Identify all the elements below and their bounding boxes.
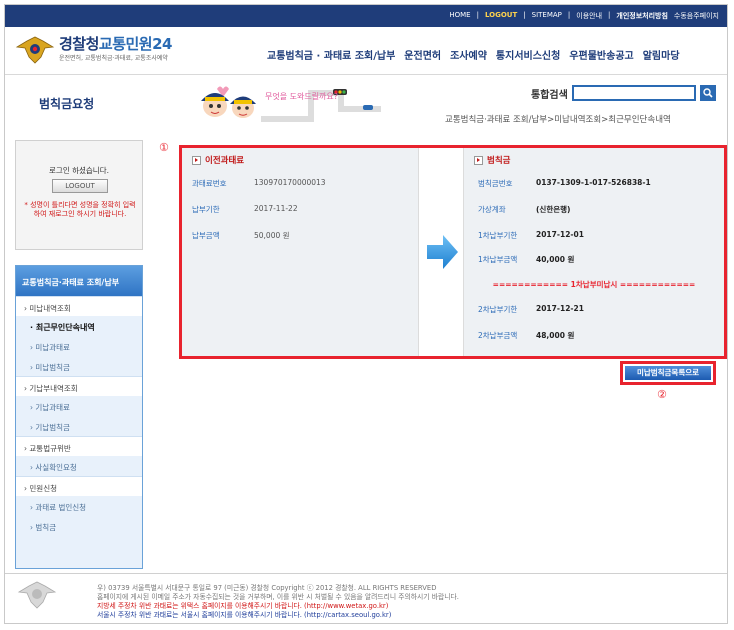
side-nav-item-recent-enforcement[interactable]: · 최근무인단속내역 xyxy=(16,316,142,336)
marker-one: ① xyxy=(159,141,169,154)
fine-number-value: 0137-1309-1-017-526838-1 xyxy=(536,178,651,187)
penalty-number-label: 과태료번호 xyxy=(192,179,227,188)
first-amount-label: 1차납부금액 xyxy=(478,255,518,264)
penalty-amount-value: 50,000 원 xyxy=(254,231,290,240)
gnb-notification[interactable]: 통지서비스신청 xyxy=(496,47,560,62)
virtual-account-label: 가상계좌 xyxy=(478,205,506,214)
side-nav-item-fact-check[interactable]: › 사실확인요청 xyxy=(16,456,142,476)
previous-penalty-panel: 이전과태료 과태료번호 130970170000013 납부기한 2017-11… xyxy=(182,148,418,356)
fine-title: 범칙금 xyxy=(474,154,510,166)
unpaid-fine-list-button[interactable]: 미납범칙금목록으로 xyxy=(625,366,711,380)
fine-number-row: 범칙금번호 0137-1309-1-017-526838-1 xyxy=(478,178,718,190)
footer-seoul-notice[interactable]: 서울시 주정차 위반 과태료는 서울시 홈페이지를 이용해주시기 바랍니다. (… xyxy=(97,609,391,619)
site-logo[interactable]: 경찰청교통민원24 운전면허, 교통범칙금·과태료, 교통조사예약 xyxy=(15,35,172,65)
marker-two: ② xyxy=(657,388,667,401)
second-due-label: 2차납부기한 xyxy=(478,305,518,314)
search-input[interactable] xyxy=(571,85,696,101)
unpaid-fine-list-button-highlight: 미납범칙금목록으로 xyxy=(620,361,716,385)
side-nav-title: 교통범칙금·과태료 조회/납부 xyxy=(16,266,142,296)
gnb-returned-mail[interactable]: 우편물반송공고 xyxy=(569,47,633,62)
fine-number-label: 범칙금번호 xyxy=(478,179,513,188)
side-nav-item-petition[interactable]: › 민원신청 xyxy=(16,476,142,496)
second-due-value: 2017-12-21 xyxy=(536,304,584,313)
top-link-home[interactable]: HOME xyxy=(449,11,470,21)
first-due-row: 1차납부기한 2017-12-01 xyxy=(478,230,718,242)
police-emblem-icon xyxy=(17,581,57,609)
second-due-row: 2차납부기한 2017-12-21 xyxy=(478,304,718,316)
first-due-label: 1차납부기한 xyxy=(478,231,518,240)
side-nav: 교통범칙금·과태료 조회/납부 › 미납내역조회 · 최근무인단속내역 › 미납… xyxy=(15,265,143,569)
top-link-guide[interactable]: 이용안내 xyxy=(576,11,602,21)
side-nav-item-violation[interactable]: › 교통법규위반 xyxy=(16,436,142,456)
search-label: 통합검색 xyxy=(531,89,568,101)
penalty-due-row: 납부기한 2017-11-22 xyxy=(192,204,412,216)
page-title: 범칙금요청 xyxy=(39,97,95,111)
mascot-bubble-text: 무엇을 도와드릴까요? xyxy=(265,91,338,101)
first-amount-value: 40,000 원 xyxy=(536,255,575,264)
sub-header: 범칙금요청 무엇을 도와드릴까요? 통합검색 교통범칙금·과태료 조회/납부>미… xyxy=(5,75,727,130)
penalty-due-label: 납부기한 xyxy=(192,205,220,214)
conversion-arrow-area xyxy=(418,148,464,356)
login-warning: * 성명이 틀리다면 성명을 정확히 입력하여 재로그인 하시기 바랍니다. xyxy=(24,201,136,218)
side-nav-item-paid-fine[interactable]: › 기납범칙금 xyxy=(16,416,142,436)
penalty-due-value: 2017-11-22 xyxy=(254,204,298,213)
right-arrow-icon xyxy=(427,235,458,269)
second-amount-label: 2차납부금액 xyxy=(478,331,518,340)
gnb-fine-inquiry[interactable]: 교통범칙금 · 과태료 조회/납부 xyxy=(267,47,395,62)
second-amount-row: 2차납부금액 48,000 원 xyxy=(478,330,718,342)
second-amount-value: 48,000 원 xyxy=(536,331,575,340)
first-due-value: 2017-12-01 xyxy=(536,230,584,239)
search-area: 통합검색 xyxy=(531,85,716,101)
unpaid-separator: ============ 1차납부미납시 ============ xyxy=(492,280,696,289)
side-nav-item-paid-penalty[interactable]: › 기납과태료 xyxy=(16,396,142,416)
virtual-account-value: (신한은행) xyxy=(536,205,571,214)
gnb-notice[interactable]: 알림마당 xyxy=(643,47,680,62)
side-nav-item-fine[interactable]: › 범칙금 xyxy=(16,516,142,536)
search-button[interactable] xyxy=(699,85,716,101)
side-nav-item-unpaid[interactable]: › 미납내역조회 xyxy=(16,296,142,316)
breadcrumb: 교통범칙금·과태료 조회/납부>미납내역조회>최근무인단속내역 xyxy=(445,115,671,125)
login-status-box: 로그인 하셨습니다. LOGOUT * 성명이 틀리다면 성명을 정확히 입력하… xyxy=(15,140,143,250)
gnb-reservation[interactable]: 조사예약 xyxy=(450,47,487,62)
top-link-manual[interactable]: 수동음주페이지 xyxy=(674,11,719,21)
site-footer: 우) 03739 서울특별시 서대문구 통일로 97 (미근동) 경찰청 Cop… xyxy=(5,573,727,623)
page-frame: HOME | LOGOUT | SITEMAP | 이용안내 | 개인정보처리방침 수동… xyxy=(4,4,728,624)
side-nav-item-unpaid-fine[interactable]: › 미납범칙금 xyxy=(16,356,142,376)
side-nav-item-corp-penalty[interactable]: › 과태료 법인신청 xyxy=(16,496,142,516)
previous-penalty-title: 이전과태료 xyxy=(192,154,244,166)
penalty-amount-row: 납부금액 50,000 원 xyxy=(192,230,412,242)
side-nav-item-paid[interactable]: › 기납부내역조회 xyxy=(16,376,142,396)
logo-subtitle: 운전면허, 교통범칙금·과태료, 교통조사예약 xyxy=(59,55,168,62)
penalty-number-row: 과태료번호 130970170000013 xyxy=(192,178,412,190)
site-header: 경찰청교통민원24 운전면허, 교통범칙금·과태료, 교통조사예약 교통범칙금 … xyxy=(5,27,727,75)
mascot-illustration: 무엇을 도와드릴까요? xyxy=(201,86,381,122)
top-link-logout[interactable]: LOGOUT xyxy=(485,11,517,21)
top-link-privacy[interactable]: 개인정보처리방침 xyxy=(616,11,668,21)
conversion-highlight-box: 이전과태료 과태료번호 130970170000013 납부기한 2017-11… xyxy=(179,145,727,359)
search-icon xyxy=(703,88,713,98)
logo-title: 경찰청교통민원24 xyxy=(59,35,172,53)
bullet-arrow-icon xyxy=(474,155,483,165)
top-links: HOME | LOGOUT | SITEMAP | 이용안내 | 개인정보처리방침 수동… xyxy=(449,11,719,21)
login-message: 로그인 하셨습니다. xyxy=(49,166,109,175)
penalty-amount-label: 납부금액 xyxy=(192,231,220,240)
police-emblem-icon xyxy=(15,36,55,64)
first-amount-row: 1차납부금액 40,000 원 xyxy=(478,254,718,266)
top-utility-bar: HOME | LOGOUT | SITEMAP | 이용안내 | 개인정보처리방침 수동… xyxy=(5,5,727,27)
fine-panel: 범칙금 범칙금번호 0137-1309-1-017-526838-1 가상계좌 … xyxy=(464,148,724,356)
logout-button[interactable]: LOGOUT xyxy=(52,179,108,193)
main-nav: 교통범칙금 · 과태료 조회/납부 운전면허 조사예약 통지서비스신청 우편물반… xyxy=(267,47,680,62)
gnb-license[interactable]: 운전면허 xyxy=(404,47,441,62)
side-nav-item-unpaid-penalty[interactable]: › 미납과태료 xyxy=(16,336,142,356)
top-link-sitemap[interactable]: SITEMAP xyxy=(532,11,562,21)
bullet-arrow-icon xyxy=(192,155,201,165)
penalty-number-value: 130970170000013 xyxy=(254,178,326,187)
virtual-account-row: 가상계좌 (신한은행) xyxy=(478,204,718,216)
